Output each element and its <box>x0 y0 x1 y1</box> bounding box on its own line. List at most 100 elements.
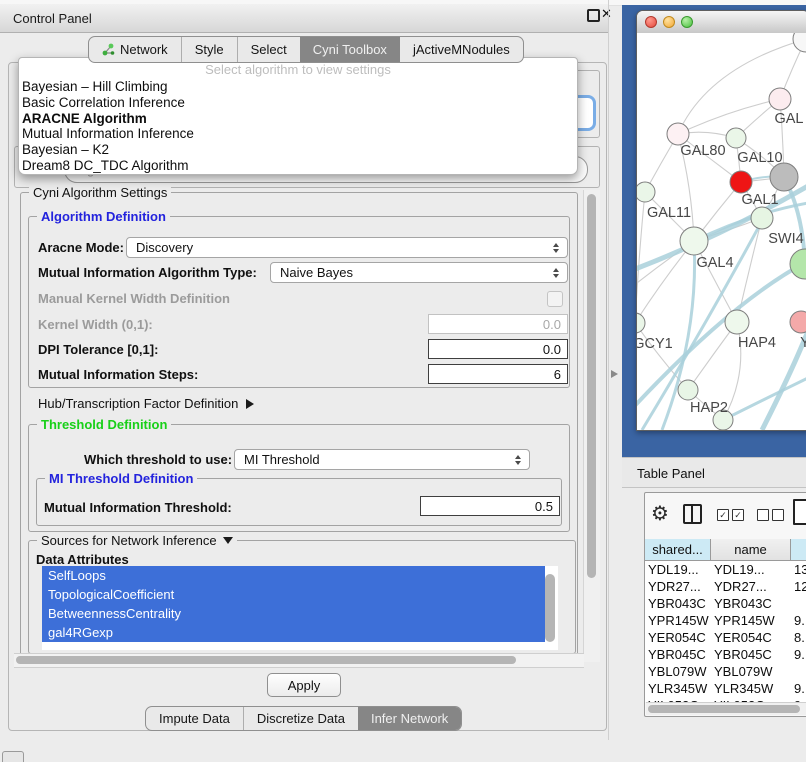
table-row[interactable]: YBL079WYBL079W <box>645 663 806 680</box>
close-traffic-light-icon[interactable] <box>645 16 657 28</box>
table-horizontal-scrollbar-thumb[interactable] <box>648 705 800 713</box>
algorithm-option-dream8-dc-tdc-algorithm[interactable]: Dream8 DC_TDC Algorithm <box>19 158 577 174</box>
algorithm-option-bayesian-hill-climbing[interactable]: Bayesian – Hill Climbing <box>19 79 577 95</box>
attributes-scrollbar-thumb[interactable] <box>545 574 555 642</box>
close-icon[interactable]: ✕ <box>601 6 612 22</box>
gear-icon[interactable]: ⚙ <box>651 501 669 526</box>
spinner-arrows-icon <box>553 268 559 278</box>
attribute-item-selfloops[interactable]: SelfLoops <box>42 566 545 585</box>
settings-horizontal-scrollbar[interactable] <box>14 653 584 668</box>
apply-button[interactable]: Apply <box>267 673 341 697</box>
network-node[interactable] <box>790 311 806 333</box>
data-attributes-list[interactable]: SelfLoopsTopologicalCoefficientBetweenne… <box>42 566 558 650</box>
checked-column-icon[interactable]: ✓ <box>717 509 729 521</box>
network-window-titlebar[interactable] <box>637 11 806 34</box>
network-node[interactable] <box>769 88 791 110</box>
network-node[interactable] <box>667 123 689 145</box>
settings-vertical-scrollbar[interactable] <box>583 190 600 662</box>
table-cell: 12 <box>791 578 806 595</box>
network-node-label: SWI4 <box>768 231 803 247</box>
network-node[interactable] <box>637 182 655 202</box>
network-node[interactable] <box>790 249 806 279</box>
column-header-shared-[interactable]: shared... <box>645 539 711 561</box>
split-collapse-arrow-icon[interactable] <box>611 370 618 378</box>
table-cell: YDR27... <box>645 578 711 595</box>
attribute-item-topologicalcoefficient[interactable]: TopologicalCoefficient <box>42 585 545 604</box>
tab-impute-data[interactable]: Impute Data <box>146 707 243 730</box>
algorithm-option-basic-correlation-inference[interactable]: Basic Correlation Inference <box>19 95 577 111</box>
aracne-mode-combo[interactable]: Discovery <box>126 237 568 258</box>
network-node-label: GAL80 <box>680 143 725 159</box>
table-horizontal-scrollbar[interactable] <box>646 702 806 715</box>
network-window[interactable]: GALGAL80GAL10GAL1GAL11SWI4GAL4GCY1HAP4YH… <box>636 10 806 431</box>
tab-infer-network[interactable]: Infer Network <box>358 707 461 730</box>
minimized-panel-icon[interactable] <box>2 751 24 762</box>
table-row[interactable]: YDR27...YDR27...12 <box>645 578 806 595</box>
checked-column-icon[interactable]: ✓ <box>732 509 744 521</box>
unchecked-column-icon[interactable] <box>757 509 769 521</box>
column-header-a[interactable]: A <box>791 539 806 561</box>
network-node[interactable] <box>730 171 752 193</box>
network-node[interactable] <box>680 227 708 255</box>
which-threshold-combo[interactable]: MI Threshold <box>234 449 530 470</box>
mi-threshold-input[interactable]: 0.5 <box>420 496 560 516</box>
float-window-icon[interactable] <box>587 9 600 22</box>
network-node[interactable] <box>751 207 773 229</box>
algorithm-option-mutual-information-inference[interactable]: Mutual Information Inference <box>19 126 577 142</box>
mi-type-label: Mutual Information Algorithm Type: <box>38 265 257 280</box>
table-cell: 9. <box>791 612 806 629</box>
table-cell: 8. <box>791 629 806 646</box>
table-row[interactable]: YLR345WYLR345W9. <box>645 680 806 697</box>
table-row[interactable]: YBR043CYBR043C <box>645 595 806 612</box>
kernel-width-input[interactable]: 0.0 <box>428 314 568 334</box>
tab-network[interactable]: Network <box>89 37 181 62</box>
algorithm-dropdown-popup: Select algorithm to view settings Bayesi… <box>18 57 578 175</box>
manual-kernel-label: Manual Kernel Width Definition <box>38 291 230 306</box>
table-row[interactable]: YER054CYER054C8. <box>645 629 806 646</box>
table-row[interactable]: YBR045CYBR045C9. <box>645 646 806 663</box>
table-row[interactable]: YPR145WYPR145W9. <box>645 612 806 629</box>
tab-label: Infer Network <box>371 711 448 726</box>
network-node[interactable] <box>725 310 749 334</box>
mi-steps-input[interactable]: 6 <box>428 364 568 384</box>
network-node[interactable] <box>637 313 645 333</box>
table-panel-title: Table Panel <box>637 466 705 481</box>
tab-select[interactable]: Select <box>237 37 300 62</box>
column-header-name[interactable]: name <box>711 539 791 561</box>
network-node[interactable] <box>770 163 798 191</box>
network-node[interactable] <box>793 33 806 52</box>
tab-discretize-data[interactable]: Discretize Data <box>243 707 358 730</box>
network-node-label: GAL4 <box>696 255 733 271</box>
manual-kernel-checkbox[interactable] <box>547 291 563 307</box>
network-node-label: HAP2 <box>690 400 728 416</box>
sources-title[interactable]: Sources for Network Inference <box>37 533 237 548</box>
table-panel-header: Table Panel <box>622 457 806 488</box>
attribute-item-gal4rgexp[interactable]: gal4RGexp <box>42 623 545 642</box>
data-attributes-label: Data Attributes <box>36 552 129 567</box>
tab-style[interactable]: Style <box>181 37 237 62</box>
unchecked-column-icon[interactable] <box>772 509 784 521</box>
network-canvas[interactable]: GALGAL80GAL10GAL1GAL11SWI4GAL4GCY1HAP4YH… <box>637 33 806 430</box>
attribute-item-betweennesscentrality[interactable]: BetweennessCentrality <box>42 604 545 623</box>
settings-vertical-scrollbar-thumb[interactable] <box>587 194 596 578</box>
network-node[interactable] <box>726 128 746 148</box>
minimize-traffic-light-icon[interactable] <box>663 16 675 28</box>
document-icon[interactable] <box>793 499 806 525</box>
network-node[interactable] <box>678 380 698 400</box>
kernel-width-label: Kernel Width (0,1): <box>38 317 153 332</box>
algorithm-option-bayesian-k2[interactable]: Bayesian – K2 <box>19 142 577 158</box>
tab-jactivemnodules[interactable]: jActiveMNodules <box>400 37 523 62</box>
zoom-traffic-light-icon[interactable] <box>681 16 693 28</box>
tab-cyni-toolbox[interactable]: Cyni Toolbox <box>300 37 400 62</box>
algorithm-option-aracne-algorithm[interactable]: ARACNE Algorithm <box>19 111 577 127</box>
mi-type-combo[interactable]: Naive Bayes <box>270 262 568 283</box>
split-columns-icon[interactable] <box>683 504 702 524</box>
dpi-tolerance-input[interactable]: 0.0 <box>428 339 568 359</box>
tab-label: Network <box>120 42 168 57</box>
table-cell: 9. <box>791 646 806 663</box>
settings-horizontal-scrollbar-thumb[interactable] <box>16 656 516 664</box>
hub-section-toggle[interactable]: Hub/Transcription Factor Definition <box>38 396 254 411</box>
network-node-label: GAL10 <box>737 150 782 166</box>
table-row[interactable]: YDL19...YDL19...13 <box>645 561 806 578</box>
network-graph: GALGAL80GAL10GAL1GAL11SWI4GAL4GCY1HAP4YH… <box>637 33 806 430</box>
